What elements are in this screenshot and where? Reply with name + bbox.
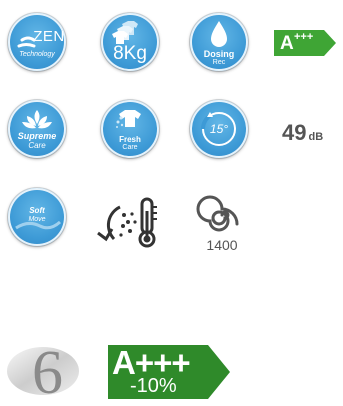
capacity-label: 8Kg — [113, 43, 147, 64]
supreme-subtitle: Care — [28, 141, 46, 150]
zen-subtitle: Technology — [19, 51, 55, 58]
energy-big-sub: -10% — [130, 375, 177, 397]
fresh-care-badge: Fresh Care — [101, 100, 159, 158]
temperature-label: 15° — [209, 122, 229, 136]
dosing-title: Dosing — [203, 49, 235, 59]
fresh-subtitle: Care — [122, 144, 138, 151]
energy-class-letter: A — [280, 33, 294, 54]
zen-title: ZEN — [33, 28, 65, 45]
six-motion-logo: 6 — [2, 335, 84, 406]
zen-technology-badge: ZEN Technology — [8, 13, 66, 71]
supreme-care-badge: Supreme Care — [8, 100, 66, 158]
steam-thermometer-icon — [97, 197, 157, 248]
soft-move-badge: Soft Move — [8, 188, 66, 246]
six-motion-label: 6 — [32, 339, 63, 401]
energy-class-plus: +++ — [294, 31, 314, 43]
steam-thermometer — [94, 195, 166, 249]
noise-value: 49 — [282, 120, 307, 145]
soft-subtitle: Move — [28, 216, 46, 223]
energy-class-label: A +++ — [274, 30, 336, 56]
fresh-title: Fresh — [119, 135, 141, 144]
supreme-title: Supreme — [17, 131, 57, 141]
noise-level: 49 dB — [282, 120, 323, 146]
temperature-badge: 15° — [190, 100, 248, 158]
six-motion-icon: 6 — [7, 339, 79, 406]
dosing-subtitle: Rec — [212, 59, 226, 66]
spin-spiral-icon — [196, 195, 239, 232]
spin-label: 1400 — [206, 237, 238, 253]
noise-unit: dB — [308, 131, 324, 143]
capacity-badge: 8Kg — [101, 13, 159, 71]
spin-speed: 1400 — [196, 195, 248, 255]
energy-class-big-label: A+++ -10% — [108, 344, 230, 399]
soft-title: Soft — [29, 206, 45, 215]
dosing-badge: Dosing Rec — [190, 13, 248, 71]
